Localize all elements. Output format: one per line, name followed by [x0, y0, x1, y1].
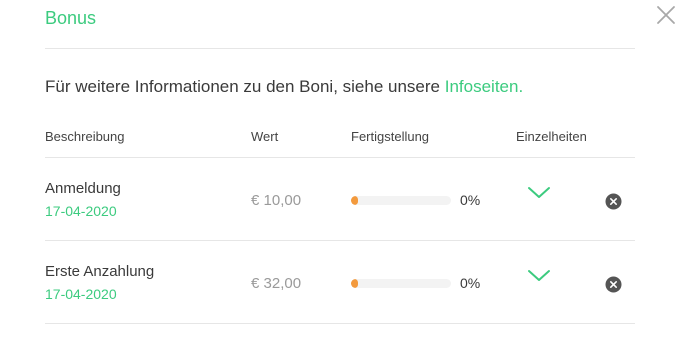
bonus-description: Erste Anzahlung [45, 263, 155, 280]
completion-percent: 0% [460, 192, 481, 208]
column-header-completion: Fertigstellung [351, 129, 430, 144]
chevron-down-icon[interactable] [527, 268, 551, 284]
info-pages-link[interactable]: Infoseiten. [445, 77, 523, 96]
completion-percent: 0% [460, 275, 481, 291]
close-icon[interactable] [655, 4, 677, 26]
bonus-dialog: Bonus Für weitere Informationen zu den B… [0, 0, 686, 352]
bonus-date: 17-04-2020 [45, 203, 117, 219]
completion-progress-bar [351, 279, 451, 288]
remove-bonus-icon[interactable] [605, 276, 622, 293]
chevron-down-icon[interactable] [527, 185, 551, 201]
column-header-value: Wert [251, 129, 279, 144]
bonus-value: € 32,00 [251, 275, 302, 292]
intro-label: Für weitere Informationen zu den Boni, s… [45, 77, 445, 96]
title-divider [45, 48, 635, 49]
table-row: Anmeldung 17-04-2020 € 10,00 0% [0, 158, 686, 240]
completion-progress-bar [351, 196, 451, 205]
remove-bonus-icon[interactable] [605, 193, 622, 210]
bonus-description: Anmeldung [45, 180, 121, 197]
column-header-description: Beschreibung [45, 129, 125, 144]
bonus-value: € 10,00 [251, 192, 302, 209]
row-divider [45, 323, 635, 324]
intro-text: Für weitere Informationen zu den Boni, s… [45, 77, 523, 97]
bonus-date: 17-04-2020 [45, 286, 117, 302]
dialog-title: Bonus [45, 8, 97, 28]
completion-progress-fill [351, 196, 358, 205]
column-header-details: Einzelheiten [516, 129, 587, 144]
table-row: Erste Anzahlung 17-04-2020 € 32,00 0% [0, 241, 686, 323]
completion-progress-fill [351, 279, 358, 288]
